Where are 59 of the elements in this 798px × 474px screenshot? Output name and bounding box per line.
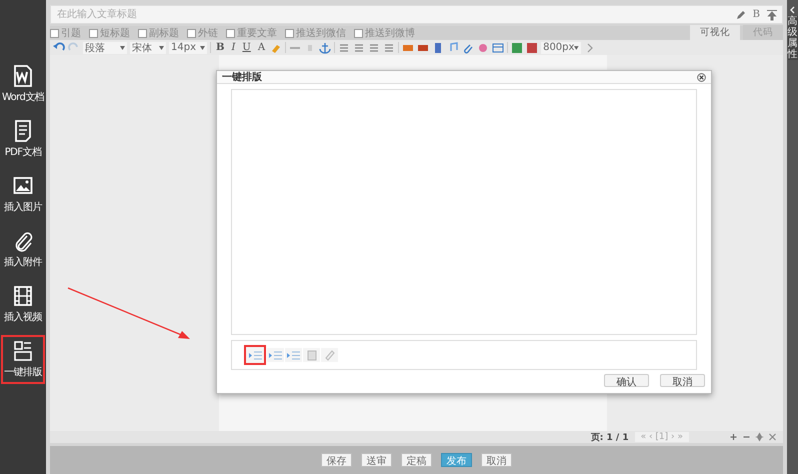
footer-button[interactable]: 取消 — [481, 453, 512, 467]
indent-list-icon — [248, 350, 262, 360]
table-icon[interactable] — [492, 42, 504, 54]
eraser-icon — [324, 350, 334, 360]
format-tool-button[interactable] — [267, 348, 284, 362]
footer-button[interactable]: 定稿 — [401, 453, 432, 467]
width-select[interactable]: 800px — [541, 42, 582, 54]
format-tool-button[interactable] — [303, 348, 320, 362]
align-right-icon[interactable] — [368, 42, 380, 54]
font-select[interactable]: 宋体 — [130, 42, 166, 54]
caret-icon — [120, 46, 125, 50]
format-button[interactable]: A — [256, 42, 268, 53]
sidebar-item[interactable]: 插入附件 — [1, 225, 45, 274]
dialog-title: 一键排版 — [222, 70, 262, 84]
align-left-icon[interactable] — [338, 42, 350, 54]
sidebar-item[interactable]: 插入视频 — [1, 280, 45, 329]
format-tool-button[interactable] — [285, 348, 302, 362]
dialog-button[interactable]: 确认 — [604, 374, 649, 387]
document-icon — [12, 120, 33, 142]
format-button[interactable]: I — [229, 42, 238, 53]
footer-button[interactable]: 送审 — [361, 453, 392, 467]
sidebar-item[interactable]: Word文档 — [0, 60, 48, 109]
plus-icon[interactable] — [729, 431, 738, 443]
format-tool-button[interactable] — [321, 348, 338, 362]
anchor-icon[interactable] — [319, 42, 332, 54]
paragraph-select[interactable]: 段落 — [83, 42, 127, 54]
format-tool-button[interactable] — [244, 345, 266, 365]
side-panel-tab[interactable]: 高级属性 — [787, 0, 798, 474]
footer-button[interactable]: 保存 — [321, 453, 352, 467]
undo-icon[interactable] — [53, 42, 65, 54]
format-button[interactable]: B — [214, 42, 226, 53]
bold-tool[interactable]: B — [752, 9, 760, 20]
layout-icon — [12, 340, 33, 362]
indent-list-icon — [287, 350, 300, 360]
align-center-icon[interactable] — [353, 42, 366, 54]
word-document-icon — [13, 65, 33, 87]
justify-icon[interactable] — [383, 42, 396, 54]
dialog-button[interactable]: 取消 — [660, 374, 705, 387]
footer-button[interactable]: 发布 — [441, 453, 472, 467]
format-button[interactable]: U — [240, 42, 253, 53]
page-icon — [306, 350, 316, 360]
caret-icon — [200, 46, 205, 50]
page-count: 页: 1 / 1 — [590, 432, 629, 444]
sidebar-item[interactable]: 一键排版 — [1, 335, 45, 384]
paperclip-icon — [12, 230, 33, 252]
sidebar-item[interactable]: 插入图片 — [1, 170, 45, 219]
caret-icon — [159, 46, 164, 50]
view-tab[interactable]: 可视化 — [690, 25, 740, 40]
sidebar-item[interactable]: PDF文档 — [2, 115, 44, 164]
caret-icon — [574, 46, 580, 50]
paperclip-icon[interactable] — [462, 42, 474, 54]
chevron-left-icon — [789, 6, 796, 14]
close-icon[interactable] — [697, 72, 706, 82]
title-field[interactable]: 在此输入文章标题 B — [50, 5, 783, 24]
pen-icon[interactable] — [734, 8, 747, 20]
size-select[interactable]: 14px — [169, 42, 207, 54]
pin-top-icon[interactable] — [766, 8, 778, 20]
indent-list-icon — [269, 350, 282, 360]
film-icon — [12, 285, 33, 307]
